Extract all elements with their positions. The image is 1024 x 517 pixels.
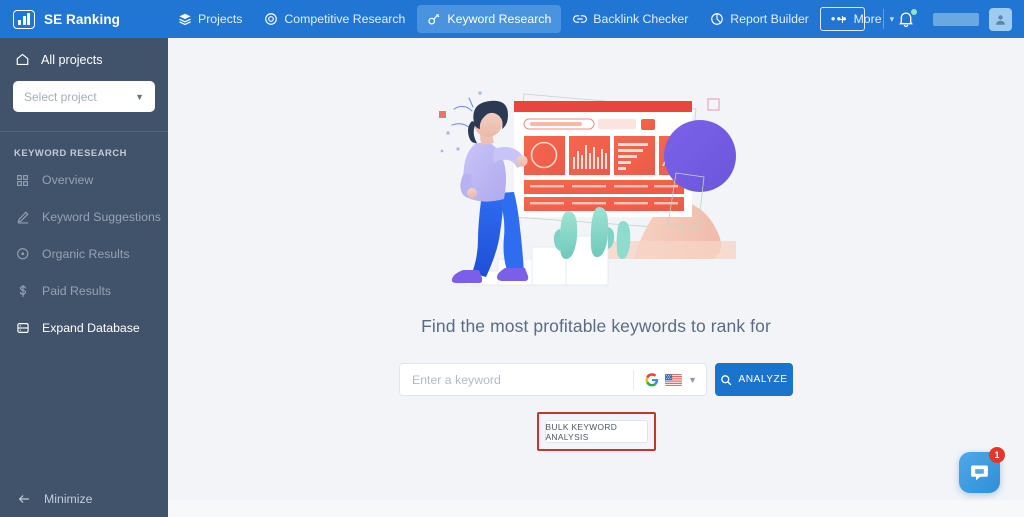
chat-widget-button[interactable]: 1	[959, 447, 1005, 493]
divider	[883, 9, 884, 29]
bar-chart-logo-icon	[13, 9, 35, 29]
sidebar-label: Organic Results	[42, 247, 130, 261]
bulk-analysis-area: BULK KEYWORD ANALYSIS	[536, 412, 656, 451]
grid-icon	[15, 174, 30, 187]
topbar-actions: +	[820, 0, 1024, 38]
chevron-down-icon: ▼	[135, 91, 144, 102]
bulk-keyword-analysis-button[interactable]: BULK KEYWORD ANALYSIS	[544, 420, 648, 443]
user-avatar-icon[interactable]	[989, 7, 1012, 31]
pie-chart-icon	[710, 12, 724, 26]
main-bottom-bar	[168, 500, 1024, 517]
nav-item-backlink-checker[interactable]: Backlink Checker	[563, 5, 698, 33]
main-content: Find the most profitable keywords to ran…	[168, 38, 1024, 517]
key-icon	[427, 12, 441, 26]
username-redacted	[933, 12, 979, 26]
sidebar-section-title: KEYWORD RESEARCH	[14, 147, 127, 158]
search-engine-selector[interactable]: ▼	[633, 369, 706, 390]
brand-logo[interactable]: SE Ranking	[0, 9, 168, 29]
sidebar-label: All projects	[41, 52, 103, 67]
us-flag-icon	[665, 373, 683, 386]
notification-dot	[911, 9, 917, 15]
nav-label: Backlink Checker	[593, 12, 689, 26]
sidebar-label: Overview	[42, 173, 94, 187]
keyword-search-row: ▼ ANALYZE	[399, 363, 793, 396]
add-button[interactable]: +	[820, 7, 865, 31]
nav-item-report-builder[interactable]: Report Builder	[700, 5, 819, 33]
sidebar-label: Paid Results	[42, 284, 112, 298]
nav-item-keyword-research[interactable]: Keyword Research	[417, 5, 562, 33]
keyword-search-box[interactable]: ▼	[399, 363, 707, 396]
top-navigation-bar: SE Ranking Projects Competitive Research…	[0, 0, 1024, 38]
search-icon	[721, 374, 732, 385]
chevron-down-icon: ▼	[688, 374, 697, 385]
dollar-icon	[15, 284, 30, 298]
nav-label: Report Builder	[730, 12, 809, 26]
sidebar-item-all-projects[interactable]: All projects	[0, 38, 168, 67]
sidebar-minimize-button[interactable]: Minimize	[0, 481, 168, 517]
sidebar-label: Keyword Suggestions	[42, 209, 161, 224]
main-nav: Projects Competitive Research Keyword Re…	[168, 0, 906, 38]
person-analyzing-dashboard-illustration	[436, 81, 756, 286]
sidebar-label: Expand Database	[42, 321, 140, 335]
nav-label: Competitive Research	[284, 12, 406, 26]
target-icon	[264, 12, 278, 26]
bell-icon[interactable]	[898, 9, 917, 28]
chat-bubble-icon	[971, 465, 988, 481]
sidebar-item-organic-results[interactable]: Organic Results	[0, 239, 168, 269]
brand-name: SE Ranking	[44, 11, 121, 27]
project-select-dropdown[interactable]: Select project ▼	[13, 81, 155, 112]
search-input[interactable]	[412, 372, 634, 387]
app-root: SE Ranking Projects Competitive Research…	[0, 0, 1024, 517]
nav-item-competitive-research[interactable]: Competitive Research	[254, 5, 415, 33]
database-icon	[15, 321, 30, 335]
arrow-left-icon	[16, 492, 31, 506]
pen-icon	[15, 210, 30, 224]
project-select-placeholder: Select project	[24, 89, 97, 104]
sidebar-item-overview[interactable]: Overview	[0, 165, 168, 195]
analyze-button[interactable]: ANALYZE	[715, 363, 793, 396]
analyze-label: ANALYZE	[738, 374, 788, 385]
nav-label: Keyword Research	[447, 12, 552, 26]
nav-item-projects[interactable]: Projects	[168, 5, 252, 33]
sidebar: All projects Select project ▼ KEYWORD RE…	[0, 38, 168, 517]
google-g-icon	[645, 372, 659, 386]
sidebar-item-expand-database[interactable]: Expand Database	[0, 313, 168, 343]
sidebar-item-keyword-suggestions[interactable]: Keyword Suggestions	[0, 202, 168, 232]
home-icon	[15, 52, 30, 67]
sidebar-item-paid-results[interactable]: Paid Results	[0, 276, 168, 306]
chat-unread-badge: 1	[989, 447, 1005, 463]
link-icon	[573, 12, 588, 26]
sidebar-label: Minimize	[44, 492, 93, 506]
nav-label: Projects	[198, 12, 243, 26]
circle-dot-icon	[15, 247, 30, 261]
layers-icon	[178, 12, 192, 26]
page-headline: Find the most profitable keywords to ran…	[421, 316, 771, 336]
